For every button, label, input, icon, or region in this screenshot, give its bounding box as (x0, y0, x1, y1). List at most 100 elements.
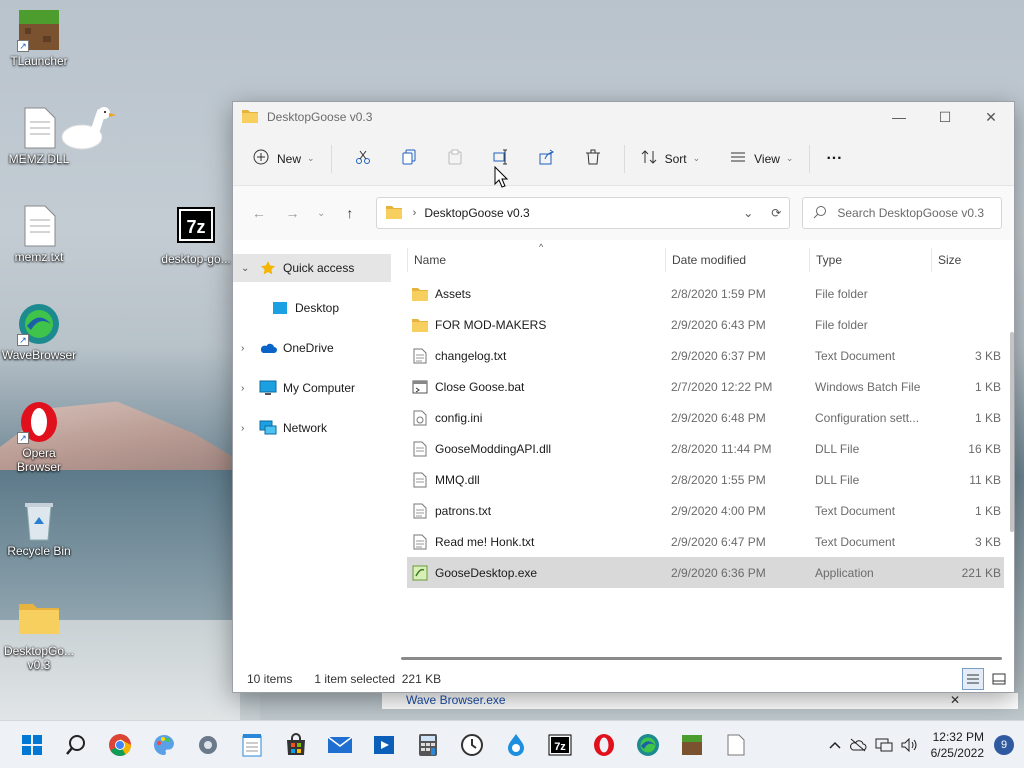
taskbar-button-start[interactable] (10, 723, 54, 767)
sort-button[interactable]: Sort ⌄ (633, 142, 709, 176)
chevron-down-icon[interactable]: ⌄ (241, 263, 255, 274)
desktop-icon-label: TLauncher (10, 54, 68, 68)
background-window-strip[interactable]: Wave Browser.exe ✕ (382, 693, 1018, 709)
desktop-icon-memz-txt[interactable]: memz.txt (0, 204, 79, 264)
desktop-icon-opera[interactable]: ↗ Opera Browser (0, 400, 79, 474)
address-bar[interactable]: › DesktopGoose v0.3 ⌄ ⟳ (375, 197, 791, 229)
view-button[interactable]: View ⌄ (722, 142, 801, 176)
column-header-date[interactable]: Date modified (665, 248, 809, 272)
taskbar-button-notepad[interactable] (230, 723, 274, 767)
recent-locations-button[interactable]: ⌄ (312, 199, 330, 227)
file-date: 2/9/2020 6:36 PM (671, 565, 766, 580)
new-button[interactable]: New ⌄ (245, 142, 323, 176)
vertical-scrollbar[interactable] (1010, 332, 1014, 532)
taskbar-clock[interactable]: 12:32 PM 6/25/2022 (931, 729, 984, 761)
search-input[interactable] (837, 206, 988, 220)
file-row[interactable]: MMQ.dll 2/8/2020 1:55 PM DLL File 11 KB (407, 464, 1004, 495)
maximize-button[interactable]: ☐ (922, 102, 968, 132)
taskbar-button-chrome[interactable] (98, 723, 142, 767)
file-row[interactable]: FOR MOD-MAKERS 2/9/2020 6:43 PM File folde… (407, 309, 1004, 340)
cut-button[interactable] (344, 142, 382, 176)
file-row[interactable]: GooseDesktop.exe 2/9/2020 6:36 PM Applicat… (407, 557, 1004, 588)
network-icon[interactable] (875, 738, 893, 752)
nav-item-my-computer[interactable]: › My Computer (233, 374, 391, 402)
column-header-type[interactable]: Type (809, 248, 931, 272)
taskbar-button-wavebrowser[interactable] (626, 723, 670, 767)
notification-badge[interactable]: 9 (994, 734, 1014, 755)
tiles-view-icon (992, 673, 1006, 685)
desktop-icon-tlauncher[interactable]: ↗ TLauncher (0, 8, 79, 68)
chevron-right-icon[interactable]: › (241, 343, 255, 354)
taskbar-button-settings[interactable] (186, 723, 230, 767)
minimize-button[interactable]: — (876, 102, 922, 132)
taskbar-button-calculator[interactable] (406, 723, 450, 767)
taskbar-button-opera[interactable] (582, 723, 626, 767)
taskbar-button-browser-drop[interactable] (494, 723, 538, 767)
file-row[interactable]: patrons.txt 2/9/2020 4:00 PM Text Document… (407, 495, 1004, 526)
up-button[interactable]: ↑ (336, 199, 364, 227)
horizontal-scrollbar[interactable] (401, 657, 1002, 660)
column-header-row: ^ Name Date modified Type Size (407, 242, 1004, 278)
nav-item-network[interactable]: › Network (233, 414, 391, 442)
volume-icon[interactable] (901, 737, 919, 752)
paste-button[interactable] (436, 142, 474, 176)
share-button[interactable] (528, 142, 566, 176)
breadcrumb-current[interactable]: DesktopGoose v0.3 (424, 206, 529, 220)
taskbar-button-file[interactable] (714, 723, 758, 767)
network-icon (259, 419, 277, 437)
taskbar-button-minecraft[interactable] (670, 723, 714, 767)
exe-file-icon (411, 564, 429, 582)
chevron-up-icon[interactable] (829, 741, 841, 749)
back-button[interactable]: ← (245, 199, 273, 227)
nav-item-desktop[interactable]: Desktop (233, 294, 391, 322)
taskbar-button-store[interactable] (274, 723, 318, 767)
desktop-icon-label: DesktopGo... v0.3 (3, 644, 75, 672)
desktop-icon-recycle-bin[interactable]: Recycle Bin (0, 498, 79, 558)
file-size: 1 KB (974, 410, 1001, 425)
chevron-right-icon[interactable]: › (241, 423, 255, 434)
chevron-right-icon[interactable]: › (241, 383, 255, 394)
taskbar-button-clock[interactable] (450, 723, 494, 767)
file-row[interactable]: GooseModdingAPI.dll 2/8/2020 11:44 PM DLL … (407, 433, 1004, 464)
file-name-cell: GooseModdingAPI.dll (407, 440, 665, 458)
file-row[interactable]: Read me! Honk.txt 2/9/2020 6:47 PM Text Do… (407, 526, 1004, 557)
forward-button[interactable]: → (279, 199, 307, 227)
close-icon[interactable]: ✕ (950, 693, 960, 707)
file-row[interactable]: config.ini 2/9/2020 6:48 PM Configuration … (407, 402, 1004, 433)
column-header-name[interactable]: Name (407, 248, 665, 272)
desktop-icon (271, 299, 289, 317)
nav-item-quick-access[interactable]: ⌄ Quick access (233, 254, 391, 282)
address-history-button[interactable]: ⌄ (743, 206, 753, 220)
column-header-size[interactable]: Size (931, 248, 1003, 272)
desktop-icon-desktopgoose-folder[interactable]: DesktopGo... v0.3 (0, 598, 79, 672)
file-row[interactable]: Assets 2/8/2020 1:59 PM File folder (407, 278, 1004, 309)
cloud-offline-icon[interactable] (849, 738, 867, 752)
refresh-button[interactable]: ⟳ (771, 206, 781, 220)
taskbar-button-mail[interactable] (318, 723, 362, 767)
recycle-bin-icon (17, 498, 61, 542)
desktop-icon-wavebrowser[interactable]: ↗ WaveBrowser (0, 302, 79, 362)
delete-button[interactable] (574, 142, 612, 176)
taskbar-button-7zip[interactable]: 7z (538, 723, 582, 767)
taskbar-button-paint[interactable] (142, 723, 186, 767)
nav-item-onedrive[interactable]: › OneDrive (233, 334, 391, 362)
copy-button[interactable] (390, 142, 428, 176)
more-options-button[interactable]: ··· (818, 142, 850, 176)
title-bar[interactable]: DesktopGoose v0.3 — ☐ ✕ (233, 102, 1014, 132)
tiles-view-button[interactable] (988, 668, 1010, 690)
desktop-icon-desktop-goose-zip[interactable]: 7z desktop-go... (154, 206, 238, 266)
status-bar: 10 items 1 item selected 221 KB (233, 666, 1014, 692)
paint-icon (152, 733, 176, 757)
taskbar-button-media-player[interactable] (362, 723, 406, 767)
file-row[interactable]: changelog.txt 2/9/2020 6:37 PM Text Docume… (407, 340, 1004, 371)
search-box[interactable] (802, 197, 1002, 229)
file-row[interactable]: Close Goose.bat 2/7/2020 12:22 PM Windows … (407, 371, 1004, 402)
desktop-icon-label: WaveBrowser (1, 348, 77, 362)
file-date: 2/7/2020 12:22 PM (671, 379, 773, 394)
taskbar-button-search[interactable] (54, 723, 98, 767)
details-view-button[interactable] (962, 668, 984, 690)
scissors-icon (355, 149, 371, 168)
media-player-icon (372, 733, 396, 757)
folder-icon (17, 598, 61, 642)
close-button[interactable]: ✕ (968, 102, 1014, 132)
